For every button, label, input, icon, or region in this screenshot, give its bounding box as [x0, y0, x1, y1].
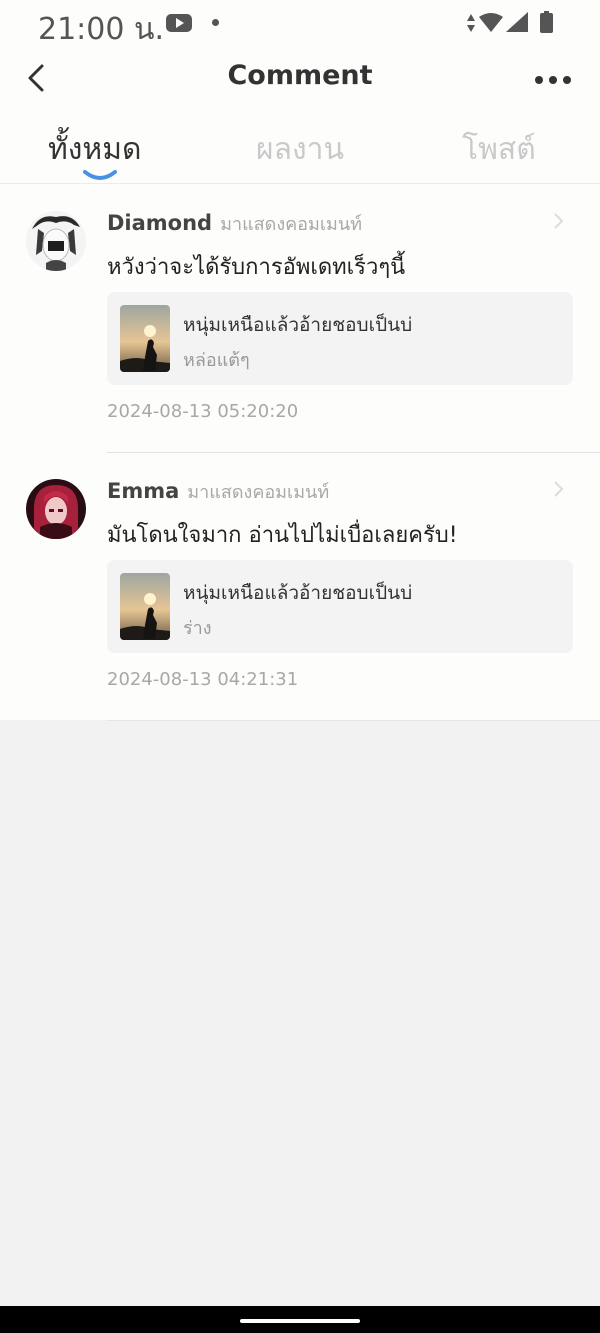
author-line: Diamond มาแสดงคอมเมนท์ [107, 209, 362, 238]
work-card[interactable]: หนุ่มเหนือแล้วอ้ายชอบเป็นบ่ หล่อแต้ๆ [107, 292, 573, 385]
signal-icon [506, 12, 528, 32]
work-chapter: ร่าง [183, 618, 212, 639]
work-cover-image [120, 305, 170, 372]
dot-icon [212, 19, 219, 26]
chevron-right-icon[interactable] [553, 479, 565, 499]
author-line: Emma มาแสดงคอมเมนท์ [107, 477, 329, 506]
active-tab-indicator [83, 170, 117, 180]
tab-posts[interactable]: โพสต์ [462, 126, 536, 173]
more-options-icon[interactable] [535, 70, 571, 90]
work-title: หนุ่มเหนือแล้วอ้ายชอบเป็นบ่ [183, 582, 413, 604]
avatar[interactable] [26, 479, 86, 539]
tab-all[interactable]: ทั้งหมด [48, 126, 141, 173]
comment-action-label: มาแสดงคอมเมนท์ [187, 482, 330, 503]
comment-item[interactable]: Diamond มาแสดงคอมเมนท์ หวังว่าจะได้รับการ… [0, 185, 600, 453]
avatar[interactable] [26, 211, 86, 271]
tabs-divider [0, 183, 600, 184]
home-indicator[interactable] [240, 1319, 360, 1323]
work-chapter: หล่อแต้ๆ [183, 350, 250, 371]
comment-item[interactable]: Emma มาแสดงคอมเมนท์ มันโดนใจมาก อ่านไปไม่… [0, 453, 600, 721]
wifi-icon [479, 13, 503, 32]
status-time: 21:00 น. [38, 12, 165, 47]
data-arrows-icon [467, 14, 475, 32]
item-divider [107, 720, 600, 721]
comment-text: มันโดนใจมาก อ่านไปไม่เบื่อเลยครับ! [107, 523, 458, 548]
chevron-right-icon[interactable] [553, 211, 565, 231]
work-card[interactable]: หนุ่มเหนือแล้วอ้ายชอบเป็นบ่ ร่าง [107, 560, 573, 653]
work-title: หนุ่มเหนือแล้วอ้ายชอบเป็นบ่ [183, 314, 413, 336]
battery-icon [540, 11, 553, 33]
author-name[interactable]: Emma [107, 479, 179, 503]
tab-works[interactable]: ผลงาน [256, 126, 344, 173]
status-bar: 21:00 น. [0, 0, 600, 50]
tab-bar: ทั้งหมด ผลงาน โพสต์ [0, 120, 600, 184]
youtube-icon [166, 14, 192, 32]
work-cover-image [120, 573, 170, 640]
system-nav-bar [0, 1306, 600, 1333]
author-name[interactable]: Diamond [107, 211, 212, 235]
comment-text: หวังว่าจะได้รับการอัพเดทเร็วๆนี้ [107, 255, 406, 280]
comment-timestamp: 2024-08-13 04:21:31 [107, 669, 299, 690]
comment-action-label: มาแสดงคอมเมนท์ [220, 214, 363, 235]
comment-timestamp: 2024-08-13 05:20:20 [107, 401, 299, 422]
page-title: Comment [227, 60, 373, 91]
